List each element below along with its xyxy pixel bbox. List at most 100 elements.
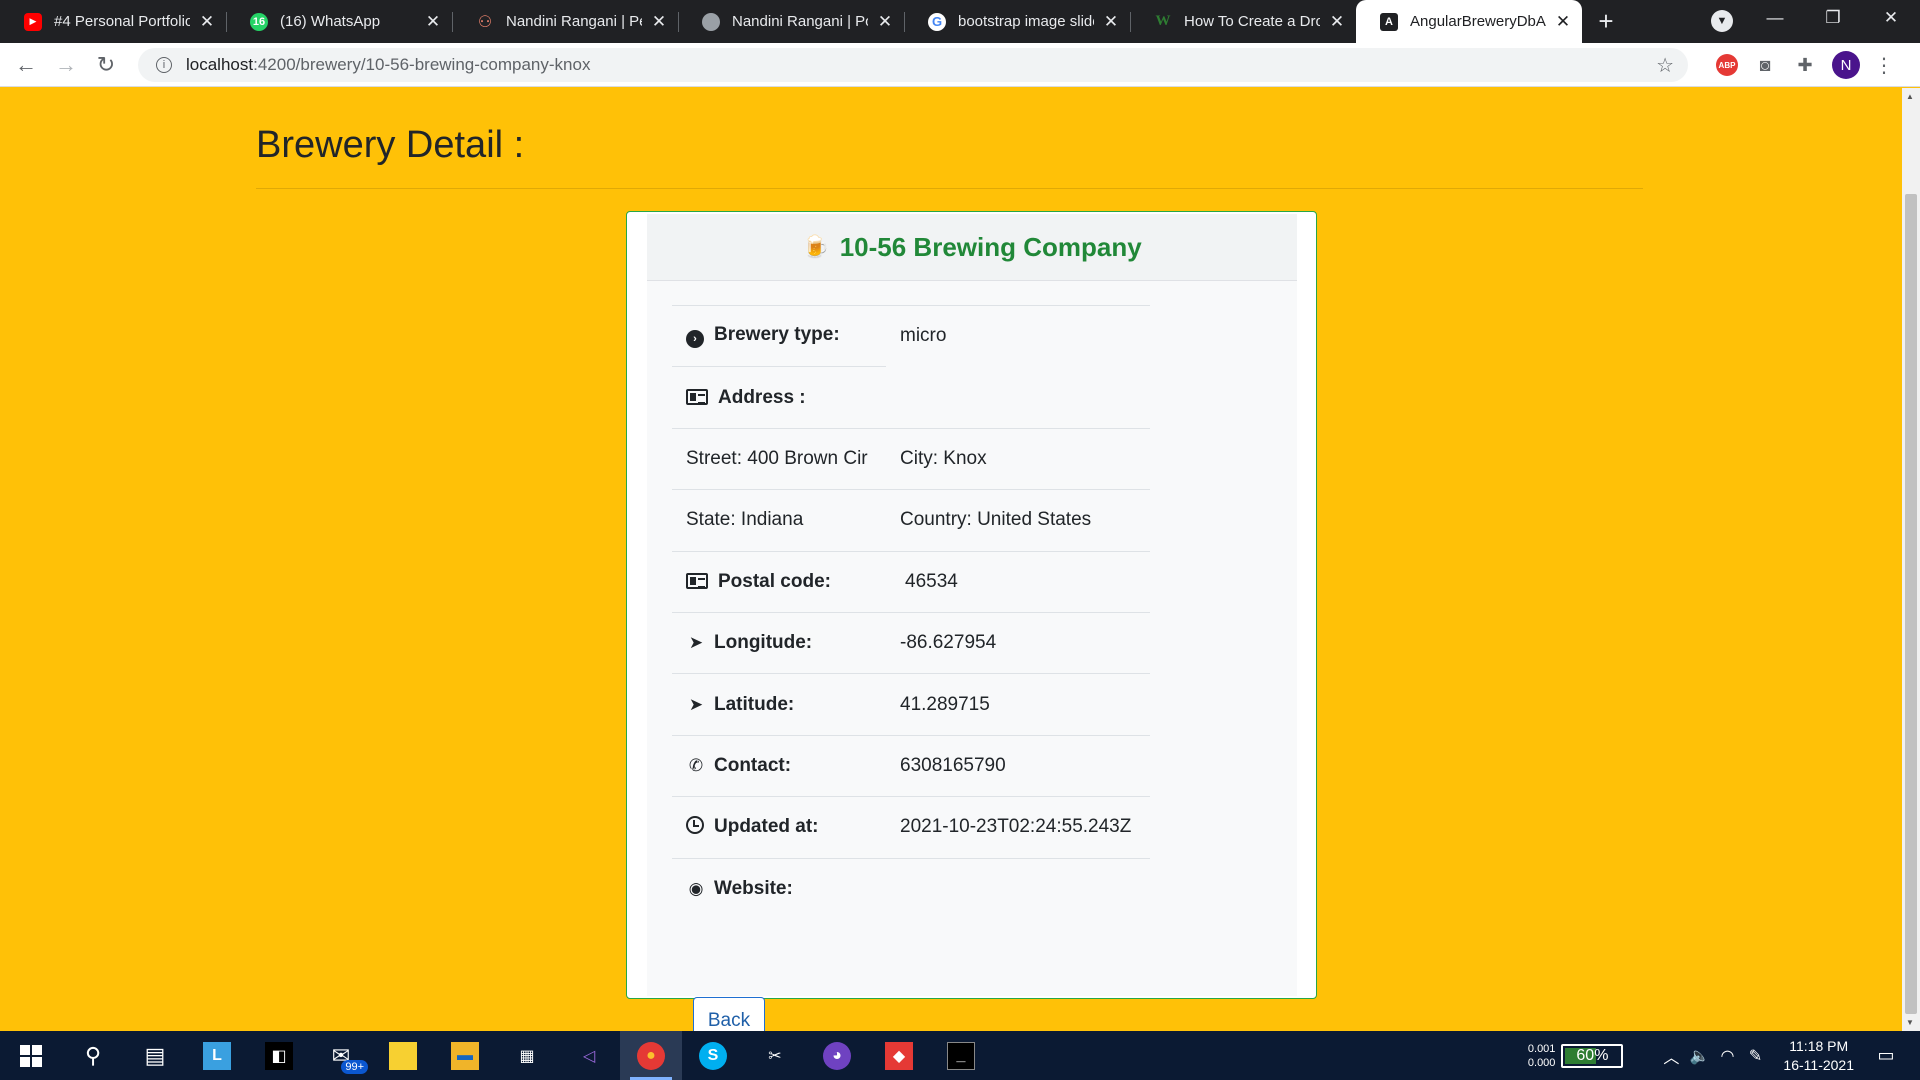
back-arrow-icon[interactable]: ← [6,45,46,85]
close-icon[interactable]: ✕ [650,12,668,31]
tab-search-icon[interactable]: ▼ [1711,10,1733,32]
browser-toolbar: ← → ↻ i localhost:4200/brewery/10-56-bre… [0,43,1920,87]
scrollbar-thumb[interactable] [1905,194,1917,1014]
scroll-up-icon[interactable]: ▲ [1906,92,1914,101]
url-host: localhost [186,55,254,74]
chevron-up-icon[interactable]: ︿ [1657,1044,1685,1068]
clock-date: 16-11-2021 [1783,1056,1854,1073]
close-window-icon[interactable]: ✕ [1862,8,1920,28]
tab-angular-brewery[interactable]: A AngularBreweryDbAp ✕ [1356,0,1582,43]
forward-arrow-icon[interactable]: → [46,45,86,85]
mail-icon[interactable]: ✉ 99+ [310,1031,372,1080]
task-view-icon[interactable]: ▤ [124,1031,186,1080]
page-scrollbar[interactable]: ▲ ▼ [1902,88,1920,1031]
notification-icon[interactable]: ▭ [1874,1045,1898,1066]
google-icon: G [928,12,946,31]
skype-icon[interactable]: S [682,1031,744,1080]
sticky-notes-icon[interactable] [372,1031,434,1080]
file-explorer-icon[interactable]: ▬ [434,1031,496,1080]
visual-studio-icon[interactable]: ◁ [558,1031,620,1080]
tab-nandini-per[interactable]: ⚇ Nandini Rangani | Per ✕ [452,0,678,43]
contact-value: 6308165790 [886,734,1150,797]
tab-bootstrap-slider[interactable]: G bootstrap image slide ✕ [904,0,1130,43]
adblock-plus-icon[interactable]: ABP [1716,54,1738,76]
updated-value: 2021-10-23T02:24:55.243Z [886,796,1150,859]
postal-value: 46534 [886,550,1150,613]
site-info-icon[interactable]: i [156,57,172,73]
extensions-area: ABP ◙ ✚ N ⋮ [1716,48,1894,82]
youtube-icon: ▶ [24,12,42,31]
pen-icon[interactable]: ✎ [1741,1046,1769,1066]
latitude-label: Latitude: [714,693,795,715]
table-row: ➤ Longitude: -86.627954 [672,611,1150,674]
contact-label: Contact: [714,754,792,776]
clock-icon [686,816,704,835]
address-card-icon [686,388,708,405]
restore-icon[interactable]: ❐ [1804,8,1862,28]
close-icon[interactable]: ✕ [1102,12,1120,31]
close-icon[interactable]: ✕ [1554,12,1572,31]
terminal-icon[interactable]: _ [930,1031,992,1080]
new-tab-button[interactable]: + [1582,0,1630,43]
volume-icon[interactable]: 🔈 [1685,1046,1713,1066]
reload-icon[interactable]: ↻ [86,45,126,85]
tab-title: Nandini Rangani | Per [506,13,642,30]
snipping-tool-icon[interactable]: ✂ [744,1031,806,1080]
globe-icon: ◉ [688,878,704,898]
profile-avatar[interactable]: N [1832,51,1860,79]
tab-title: AngularBreweryDbAp [1410,13,1546,30]
brewery-detail-table: › Brewery type: micro Address : Street: 4… [672,304,1150,920]
title-divider [256,188,1643,189]
app-l-icon[interactable]: L [186,1031,248,1080]
store-icon[interactable]: ▦ [496,1031,558,1080]
battery-percent: 60% [1576,1046,1609,1064]
network-speed: 0.001 0.000 [1528,1042,1556,1070]
extensions-puzzle-icon[interactable]: ✚ [1792,54,1818,76]
state-value: State: Indiana [672,489,886,552]
scroll-down-icon[interactable]: ▼ [1906,1018,1914,1027]
url-path: :4200/brewery/10-56-brewing-company-knox [253,55,591,74]
globe-icon [702,12,720,31]
chrome-icon[interactable]: ● [620,1031,682,1080]
tab-w3schools[interactable]: W How To Create a Drop ✕ [1130,0,1356,43]
longitude-value: -86.627954 [886,611,1150,674]
table-row: State: Indiana Country: United States [672,489,1150,552]
menu-kebab-icon[interactable]: ⋮ [1874,53,1894,78]
country-value: Country: United States [886,489,1150,552]
git-icon[interactable]: ◆ [868,1031,930,1080]
type-value: micro [886,304,1150,367]
close-icon[interactable]: ✕ [876,12,894,31]
website-value[interactable] [886,857,1150,920]
postal-card-icon [686,572,708,589]
github-icon[interactable]: ◕ [806,1031,868,1080]
wifi-icon[interactable]: ◠ [1713,1046,1741,1066]
search-icon[interactable]: ⚲ [62,1031,124,1080]
close-icon[interactable]: ✕ [198,12,216,31]
bookmark-star-icon[interactable]: ☆ [1656,53,1674,78]
address-bar[interactable]: i localhost:4200/brewery/10-56-brewing-c… [138,48,1688,82]
w3schools-icon: W [1155,13,1171,29]
type-label: Brewery type: [714,324,840,346]
mail-badge: 99+ [341,1060,368,1074]
dolby-icon[interactable]: ◧ [248,1031,310,1080]
taskbar-clock[interactable]: 11:18 PM 16-11-2021 [1783,1037,1854,1075]
system-tray: 0.001 0.000 60% ︿ 🔈 ◠ ✎ 11:18 PM 16-11-2… [1528,1031,1920,1080]
longitude-label: Longitude: [714,632,813,654]
close-icon[interactable]: ✕ [424,12,442,31]
table-row: ✆ Contact: 6308165790 [672,734,1150,797]
tab-title: (16) WhatsApp [280,13,381,30]
windows-start-icon[interactable] [0,1031,62,1080]
clock-time: 11:18 PM [1789,1037,1849,1054]
brewery-name: 10-56 Brewing Company [839,231,1142,262]
tab-personal-portfolio[interactable]: ▶ #4 Personal Portfolio ✕ [0,0,226,43]
table-row: Address : [672,366,1150,429]
net-down-speed: 0.000 [1527,1056,1556,1069]
street-value: Street: 400 Brown Cir [672,427,886,490]
minimize-icon[interactable]: — [1746,8,1804,28]
tab-whatsapp[interactable]: 16 (16) WhatsApp ✕ [226,0,452,43]
tab-nandini-por[interactable]: Nandini Rangani | Por ✕ [678,0,904,43]
tab-title: Nandini Rangani | Por [732,13,868,30]
battery-indicator[interactable]: 60% [1561,1043,1624,1068]
close-icon[interactable]: ✕ [1328,12,1346,31]
camera-icon[interactable]: ◙ [1752,54,1778,76]
